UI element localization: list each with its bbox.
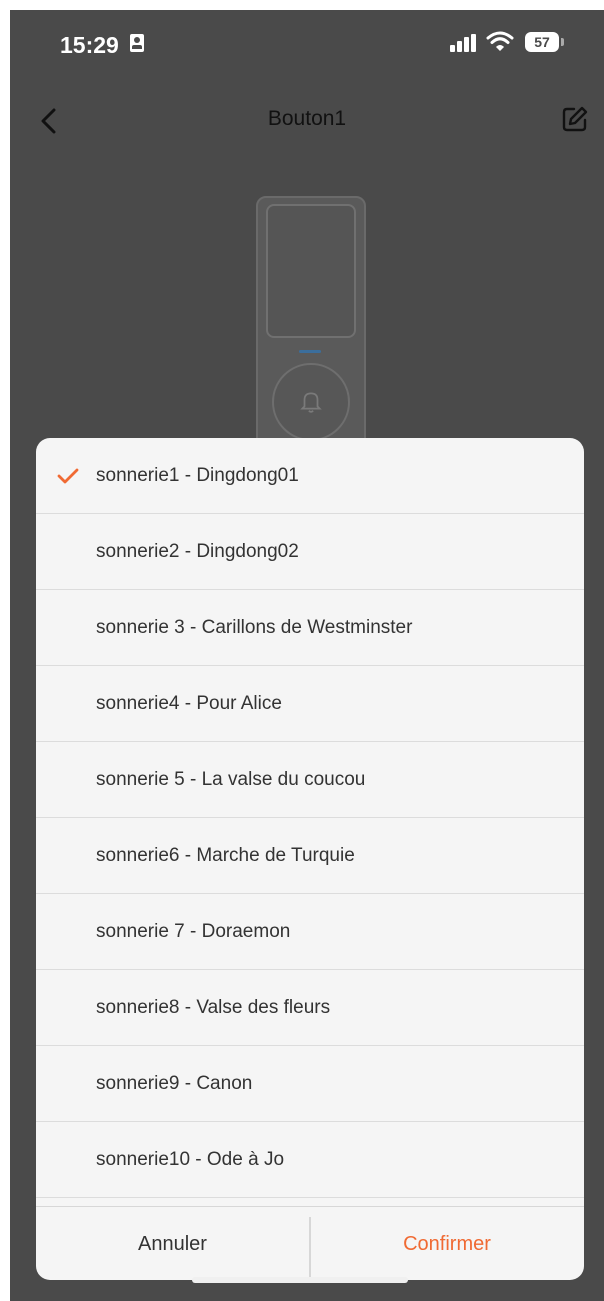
ringtone-label: sonnerie2 - Dingdong02	[96, 541, 299, 562]
ringtone-label: sonnerie4 - Pour Alice	[96, 693, 282, 714]
ringtone-item[interactable]: sonnerie10 - Ode à Jo	[36, 1122, 584, 1198]
ringtone-item[interactable]: sonnerie1 - Dingdong01	[36, 438, 584, 514]
ringtone-label: sonnerie9 - Canon	[96, 1073, 253, 1094]
status-bar: 15:29 57	[10, 10, 604, 70]
ringtone-item[interactable]: sonnerie 3 - Carillons de Westminster	[36, 590, 584, 666]
wifi-icon	[486, 31, 514, 51]
device-led	[299, 350, 321, 353]
ringtone-label: sonnerie8 - Valse des fleurs	[96, 997, 331, 1018]
ringtone-item[interactable]: sonnerie8 - Valse des fleurs	[36, 970, 584, 1046]
cancel-button[interactable]: Annuler	[36, 1207, 309, 1280]
battery-tip	[561, 38, 564, 46]
screen: 15:29 57 Bouton1 sonnerie1 - Dingdong01 …	[10, 10, 604, 1301]
page-title: Bouton1	[267, 107, 347, 130]
ringtone-label: sonnerie 3 - Carillons de Westminster	[96, 617, 413, 638]
confirm-button[interactable]: Confirmer	[310, 1207, 584, 1280]
ringtone-label: sonnerie6 - Marche de Turquie	[96, 845, 355, 866]
ringtone-label: sonnerie 7 - Doraemon	[96, 921, 291, 942]
ringtone-item[interactable]: sonnerie4 - Pour Alice	[36, 666, 584, 742]
bell-icon	[300, 392, 322, 413]
edit-icon[interactable]	[560, 104, 590, 134]
ringtone-picker-sheet: sonnerie1 - Dingdong01 sonnerie2 - Dingd…	[36, 438, 584, 1280]
contact-card-icon	[130, 34, 144, 52]
device-panel	[266, 204, 356, 338]
checkmark-icon	[57, 468, 79, 484]
ringtone-label: sonnerie10 - Ode à Jo	[96, 1149, 285, 1170]
device-bell-button	[272, 363, 350, 441]
ringtone-label: sonnerie1 - Dingdong01	[96, 465, 299, 486]
home-indicator[interactable]	[192, 1277, 408, 1283]
ringtone-item[interactable]: sonnerie9 - Canon	[36, 1046, 584, 1122]
ringtone-item[interactable]: sonnerie 7 - Doraemon	[36, 894, 584, 970]
ringtone-label: sonnerie 5 - La valse du coucou	[96, 769, 366, 790]
cellular-signal-icon	[450, 34, 476, 52]
action-bar: Annuler Confirmer	[36, 1206, 584, 1280]
ringtone-item[interactable]: sonnerie2 - Dingdong02	[36, 514, 584, 590]
battery-icon: 57	[525, 32, 559, 52]
ringtone-item[interactable]: sonnerie6 - Marche de Turquie	[36, 818, 584, 894]
status-time: 15:29	[60, 32, 119, 58]
ringtone-item[interactable]: sonnerie 5 - La valse du coucou	[36, 742, 584, 818]
